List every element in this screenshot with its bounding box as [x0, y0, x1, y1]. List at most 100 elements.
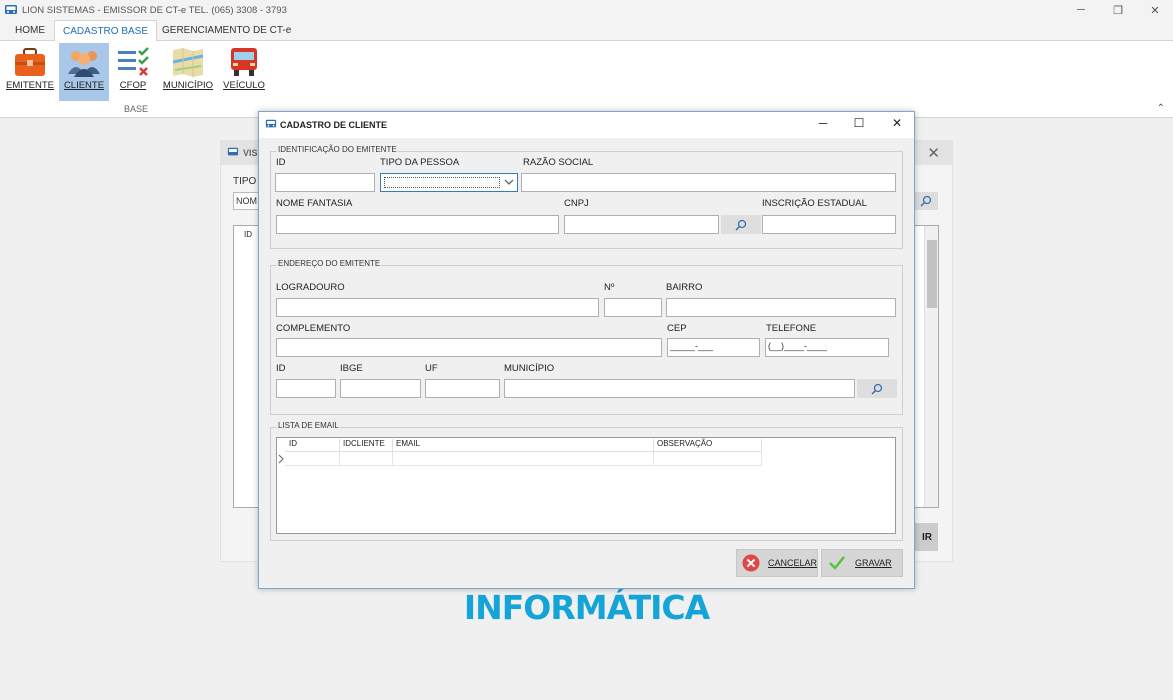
complemento-input[interactable]	[276, 338, 662, 357]
id-input[interactable]	[275, 173, 375, 192]
municipio-button[interactable]: MUNICÍPIO	[160, 43, 216, 101]
email-legend: LISTA DE EMAIL	[277, 421, 340, 430]
bairro-input[interactable]	[666, 298, 896, 317]
row-indicator-icon	[278, 454, 284, 464]
email-cell[interactable]	[285, 452, 340, 466]
dialog-close-button[interactable]: ✕	[888, 116, 906, 134]
email-cell[interactable]	[393, 452, 654, 466]
endereco-legend: ENDEREÇO DO EMITENTE	[277, 259, 382, 268]
checkmark-icon	[829, 556, 845, 570]
inscricao-estadual-input[interactable]	[762, 215, 896, 234]
municipio-search-button[interactable]	[857, 379, 897, 398]
dialog-maximize-button[interactable]: ☐	[850, 116, 868, 134]
collapse-ribbon-icon[interactable]: ⌃	[1157, 103, 1165, 114]
focus-rect	[384, 177, 500, 188]
complemento-label: COMPLEMENTO	[276, 323, 351, 334]
search-icon	[735, 219, 747, 231]
cnpj-label: CNPJ	[564, 198, 589, 209]
people-icon	[68, 51, 100, 77]
email-col-email[interactable]: EMAIL	[393, 439, 654, 452]
cancel-label: CANCELAR	[767, 558, 817, 568]
background-search-button[interactable]	[913, 192, 938, 210]
cancel-button[interactable]: CANCELAR	[736, 549, 818, 577]
map-icon	[172, 48, 204, 77]
tab-home[interactable]: HOME	[7, 20, 53, 41]
bus-icon	[265, 119, 277, 128]
search-icon	[871, 383, 883, 395]
municipio-label: MUNICÍPIO	[504, 363, 555, 374]
municipio-input[interactable]	[504, 379, 855, 398]
tipo-pessoa-label: TIPO DA PESSOA	[380, 157, 460, 168]
close-button[interactable]: ✕	[1137, 0, 1173, 20]
tipo-pessoa-select[interactable]	[380, 173, 518, 192]
cadastro-cliente-dialog: CADASTRO DE CLIENTE ─ ☐ ✕ IDENTIFICAÇÃO …	[258, 111, 915, 589]
endereco-id-label: ID	[276, 363, 286, 374]
email-col-observacao[interactable]: OBSERVAÇÃO	[654, 439, 762, 452]
tab-gerenciamento-cte[interactable]: GERENCIAMENTO DE CT-e	[154, 20, 299, 41]
id-label: ID	[276, 157, 286, 168]
brand-text: INFORMÁTICA	[463, 588, 710, 627]
nome-fantasia-label: NOME FANTASIA	[276, 198, 353, 209]
ribbon-group-label: BASE	[124, 104, 149, 114]
background-window-title: VIS	[243, 148, 258, 158]
cliente-button[interactable]: CLIENTE	[59, 43, 109, 101]
cep-input[interactable]: _____-___	[667, 338, 760, 357]
cep-label: CEP	[667, 323, 687, 334]
ibge-label: IBGE	[340, 363, 363, 374]
email-cell[interactable]	[654, 452, 762, 466]
inscricao-estadual-label: INSCRIÇÃO ESTADUAL	[762, 198, 867, 209]
cliente-label: CLIENTE	[63, 80, 105, 91]
endereco-id-input[interactable]	[276, 379, 336, 398]
checklist-icon	[118, 47, 149, 76]
razao-social-input[interactable]	[521, 173, 896, 192]
cnpj-input[interactable]	[564, 215, 719, 234]
save-button[interactable]: GRAVAR	[821, 549, 903, 577]
identificacao-legend: IDENTIFICAÇÃO DO EMITENTE	[277, 145, 398, 154]
cfop-label: CFOP	[119, 80, 147, 91]
logradouro-label: LOGRADOURO	[276, 282, 345, 293]
save-label: GRAVAR	[855, 558, 892, 568]
email-col-idcliente[interactable]: IDCLIENTE	[340, 439, 393, 452]
briefcase-icon	[15, 48, 45, 76]
emitente-button[interactable]: EMITENTE	[4, 43, 56, 101]
telefone-input[interactable]: (__)____-____	[765, 338, 889, 357]
numero-input[interactable]	[604, 298, 662, 317]
numero-label: Nº	[604, 282, 615, 293]
email-cell[interactable]	[340, 452, 393, 466]
uf-label: UF	[425, 363, 438, 374]
tab-cadastro-base[interactable]: CADASTRO BASE	[54, 20, 158, 42]
nome-fantasia-input[interactable]	[276, 215, 559, 234]
bus-icon	[5, 5, 17, 14]
dialog-title: CADASTRO DE CLIENTE	[280, 120, 388, 130]
ribbon-panel: EMITENTE CLIENTE CFOP MUNICÍPIO VEÍCULO …	[0, 41, 1173, 118]
tipo-label: TIPO	[233, 176, 257, 187]
email-col-id[interactable]: ID	[285, 439, 340, 452]
logradouro-input[interactable]	[276, 298, 599, 317]
cfop-button[interactable]: CFOP	[112, 43, 154, 101]
window-title: LION SISTEMAS - EMISSOR DE CT-e TEL. (06…	[22, 4, 287, 16]
grid-scrollbar[interactable]	[924, 226, 938, 507]
search-icon	[920, 195, 932, 207]
dialog-minimize-button[interactable]: ─	[814, 116, 832, 134]
veiculo-label: VEÍCULO	[223, 80, 265, 91]
bus-icon	[227, 147, 239, 156]
emitente-label: EMITENTE	[5, 80, 55, 91]
restore-button[interactable]: ❐	[1100, 0, 1136, 20]
dialog-titlebar: CADASTRO DE CLIENTE ─ ☐ ✕	[259, 112, 914, 138]
truck-icon	[231, 48, 257, 76]
ibge-input[interactable]	[340, 379, 421, 398]
municipio-label: MUNICÍPIO	[162, 80, 214, 91]
veiculo-button[interactable]: VEÍCULO	[222, 43, 266, 101]
cancel-icon	[742, 554, 760, 572]
background-window-close-icon[interactable]: ✕	[927, 144, 940, 162]
email-grid[interactable]: ID IDCLIENTE EMAIL OBSERVAÇÃO	[276, 437, 896, 534]
telefone-label: TELEFONE	[766, 323, 817, 334]
ribbon-tabs: HOME CADASTRO BASE GERENCIAMENTO DE CT-e	[0, 20, 1173, 42]
bairro-label: BAIRRO	[666, 282, 703, 293]
razao-social-label: RAZÃO SOCIAL	[523, 157, 594, 168]
uf-input[interactable]	[425, 379, 500, 398]
scrollbar-thumb[interactable]	[927, 240, 937, 308]
cnpj-search-button[interactable]	[721, 215, 761, 234]
minimize-button[interactable]: ─	[1063, 0, 1099, 20]
grid-id-header: ID	[244, 230, 252, 239]
